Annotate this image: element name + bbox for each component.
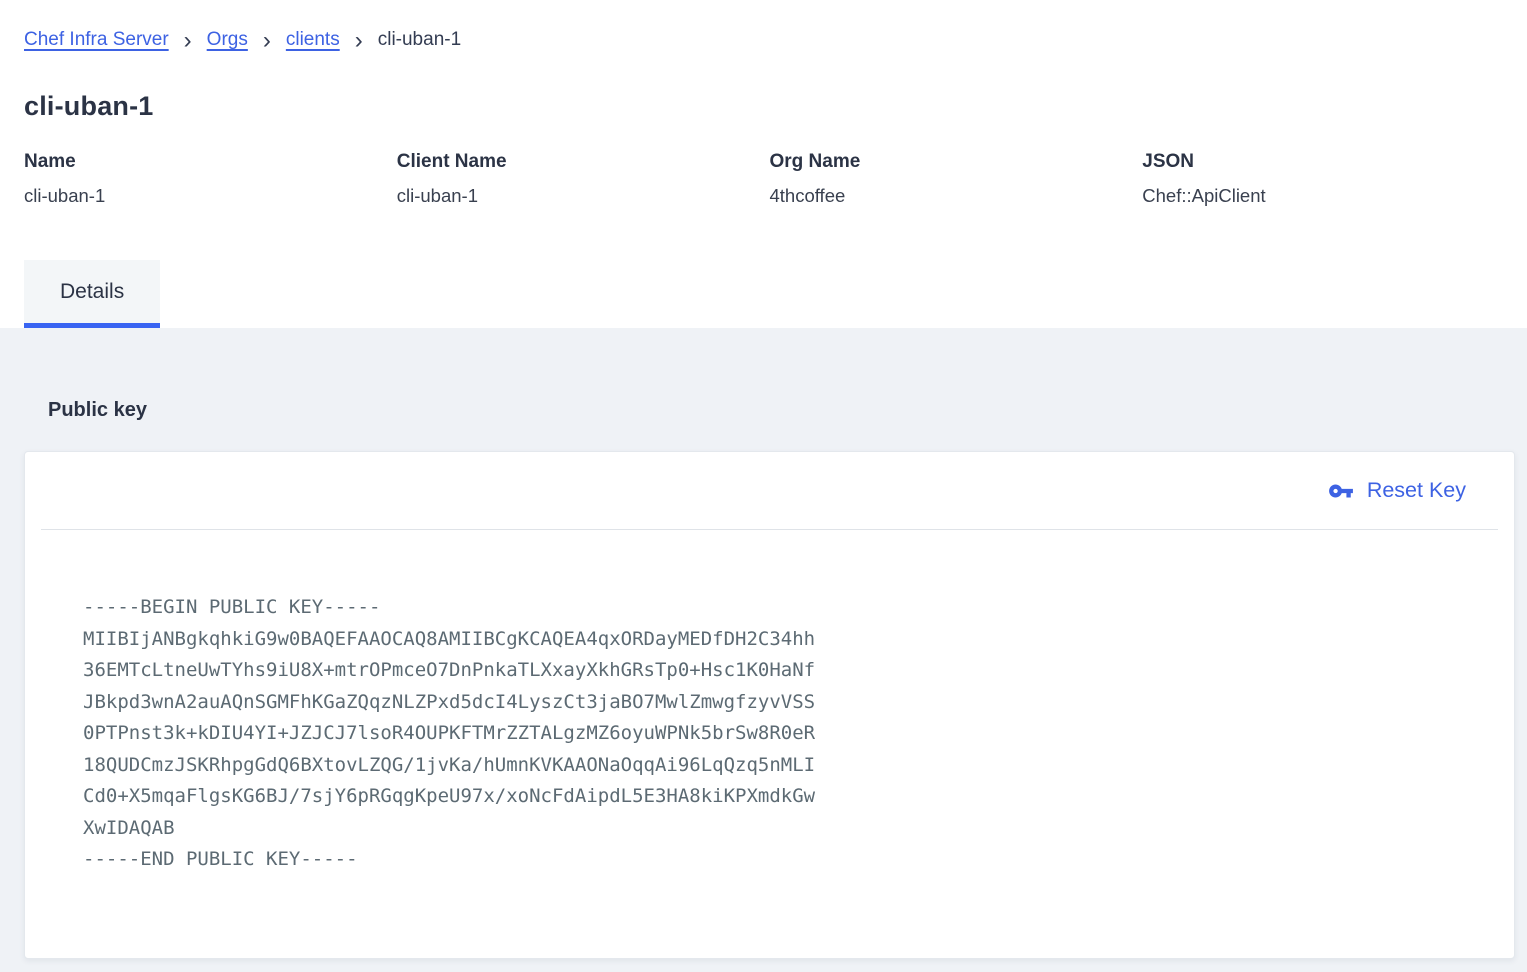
page-title: cli-uban-1 xyxy=(24,91,1503,122)
client-summary: Name cli-uban-1 Client Name cli-uban-1 O… xyxy=(24,151,1515,207)
card-toolbar: Reset Key xyxy=(25,452,1514,529)
field-label: Client Name xyxy=(397,151,770,173)
tab-details[interactable]: Details xyxy=(24,260,160,328)
tab-bar: Details xyxy=(0,260,1527,328)
field-value: cli-uban-1 xyxy=(397,185,770,207)
field-value: cli-uban-1 xyxy=(24,185,397,207)
summary-field-name: Name cli-uban-1 xyxy=(24,151,397,207)
summary-field-client-name: Client Name cli-uban-1 xyxy=(397,151,770,207)
field-label: Org Name xyxy=(770,151,1143,173)
breadcrumb-link-orgs[interactable]: Orgs xyxy=(207,29,248,51)
breadcrumb: Chef Infra Server › Orgs › clients › cli… xyxy=(0,0,1527,51)
public-key-card: Reset Key -----BEGIN PUBLIC KEY----- MII… xyxy=(24,451,1515,959)
public-key-heading: Public key xyxy=(0,328,1527,422)
client-details-page: Chef Infra Server › Orgs › clients › cli… xyxy=(0,0,1527,972)
details-section: Public key Reset Key -----BEGIN PUBLIC K… xyxy=(0,328,1527,972)
field-label: Name xyxy=(24,151,397,173)
field-label: JSON xyxy=(1142,151,1515,173)
chevron-right-icon: › xyxy=(355,31,363,50)
reset-key-label: Reset Key xyxy=(1367,478,1466,503)
field-value: Chef::ApiClient xyxy=(1142,185,1515,207)
breadcrumb-current-item: cli-uban-1 xyxy=(378,29,461,51)
summary-field-org-name: Org Name 4thcoffee xyxy=(770,151,1143,207)
chevron-right-icon: › xyxy=(184,31,192,50)
key-icon xyxy=(1328,478,1354,504)
breadcrumb-link-clients[interactable]: clients xyxy=(286,29,340,51)
summary-field-json: JSON Chef::ApiClient xyxy=(1142,151,1515,207)
public-key-text: -----BEGIN PUBLIC KEY----- MIIBIjANBgkqh… xyxy=(25,530,1514,876)
breadcrumb-link-chef-infra-server[interactable]: Chef Infra Server xyxy=(24,29,169,51)
chevron-right-icon: › xyxy=(263,31,271,50)
reset-key-button[interactable]: Reset Key xyxy=(1328,478,1466,504)
field-value: 4thcoffee xyxy=(770,185,1143,207)
